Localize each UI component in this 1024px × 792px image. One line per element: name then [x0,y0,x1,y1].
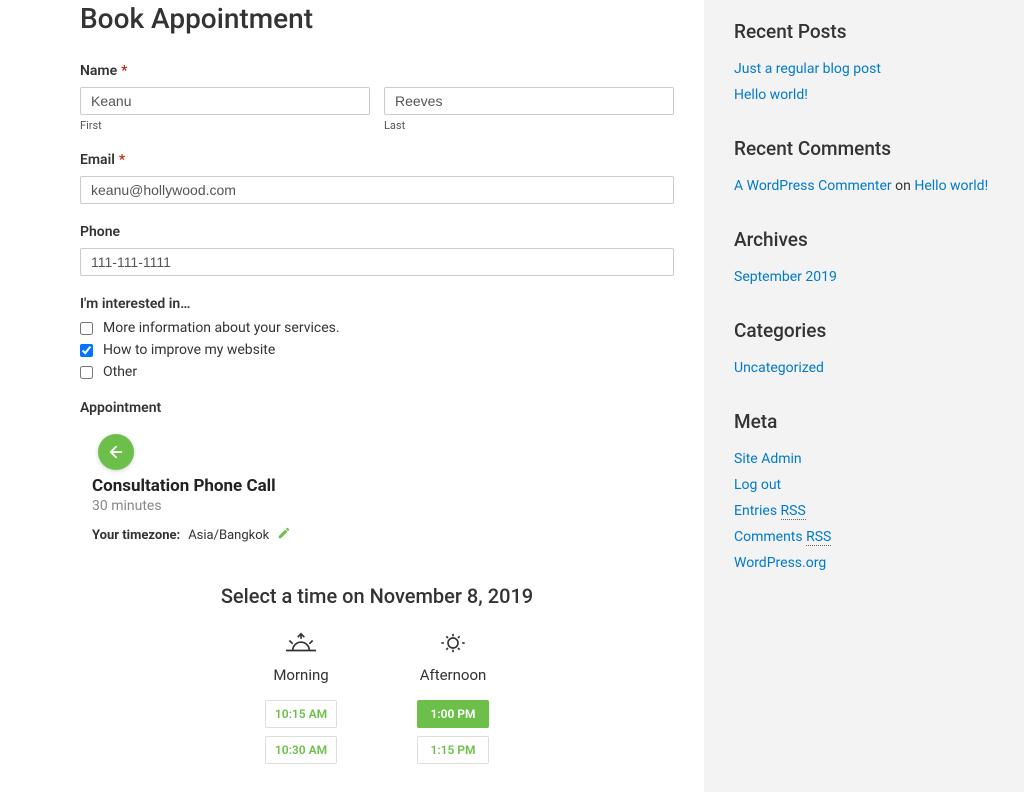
timezone-value: Asia/Bangkok [188,528,269,543]
interest-option-2: Other [103,364,137,380]
recent-comments-title: Recent Comments [734,137,994,160]
first-sublabel: First [80,119,370,132]
appointment-label: Appointment [80,400,674,416]
meta-link-logout[interactable]: Log out [734,477,781,493]
email-label: Email* [80,152,674,168]
meta-link-comments-rss[interactable]: Comments RSS [734,529,831,546]
pencil-icon [277,526,291,540]
back-button[interactable] [98,434,134,470]
phone-label: Phone [80,224,674,240]
sunrise-icon [281,632,321,654]
archive-link-0[interactable]: September 2019 [734,269,837,285]
recent-comment-item: A WordPress Commenter on Hello world! [734,178,994,194]
interest-checkbox-1[interactable] [80,344,93,357]
service-title: Consultation Phone Call [92,476,674,496]
phone-field-group: Phone [80,224,674,276]
recent-post-link-1[interactable]: Hello world! [734,87,808,103]
time-slot-afternoon-0[interactable]: 1:00 PM [417,700,489,728]
categories-widget: Categories Uncategorized [734,319,994,376]
time-slot-afternoon-1[interactable]: 1:15 PM [417,736,489,764]
recent-posts-widget: Recent Posts Just a regular blog post He… [734,20,994,103]
category-link-0[interactable]: Uncategorized [734,360,824,376]
last-sublabel: Last [384,119,674,132]
arrow-left-icon [107,443,125,461]
morning-label: Morning [273,666,328,684]
timezone-label: Your timezone: [92,528,180,543]
afternoon-group: Afternoon 1:00 PM 1:15 PM [417,632,489,772]
recent-posts-title: Recent Posts [734,20,994,43]
meta-link-site-admin[interactable]: Site Admin [734,451,802,467]
interest-option-0: More information about your services. [103,320,340,336]
archives-title: Archives [734,228,994,251]
meta-link-wordpress[interactable]: WordPress.org [734,555,826,571]
comment-author-link[interactable]: A WordPress Commenter [734,178,892,194]
interest-field-group: I'm interested in… More information abou… [80,296,674,380]
recent-comments-widget: Recent Comments A WordPress Commenter on… [734,137,994,194]
time-slot-morning-1[interactable]: 10:30 AM [265,736,337,764]
interest-label: I'm interested in… [80,296,674,312]
comment-post-link[interactable]: Hello world! [914,178,988,194]
service-duration: 30 minutes [92,498,674,514]
name-label: Name* [80,63,674,79]
page-title: Book Appointment [80,2,674,35]
name-field-group: Name* First Last [80,63,674,132]
sun-icon [433,632,473,654]
select-time-title: Select a time on November 8, 2019 [80,584,674,608]
edit-timezone-button[interactable] [277,526,291,544]
phone-input[interactable] [80,248,674,276]
interest-checkbox-0[interactable] [80,322,93,335]
afternoon-label: Afternoon [420,666,487,684]
interest-option-1: How to improve my website [103,342,275,358]
last-name-input[interactable] [384,87,674,115]
categories-title: Categories [734,319,994,342]
recent-post-link-0[interactable]: Just a regular blog post [734,61,881,77]
first-name-input[interactable] [80,87,370,115]
interest-checkbox-2[interactable] [80,366,93,379]
meta-title: Meta [734,410,994,433]
email-input[interactable] [80,176,674,204]
meta-widget: Meta Site Admin Log out Entries RSS Comm… [734,410,994,571]
archives-widget: Archives September 2019 [734,228,994,285]
time-slot-morning-0[interactable]: 10:15 AM [265,700,337,728]
meta-link-entries-rss[interactable]: Entries RSS [734,503,806,520]
email-field-group: Email* [80,152,674,204]
morning-group: Morning 10:15 AM 10:30 AM [265,632,337,772]
